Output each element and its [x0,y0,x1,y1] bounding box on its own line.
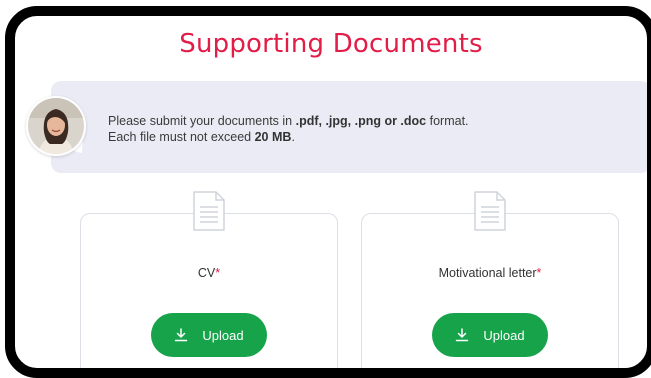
avatar [26,96,86,156]
upload-cv-button[interactable]: Upload [151,313,267,357]
upload-button-label: Upload [202,327,244,343]
required-mark: * [215,266,221,280]
document-icon [193,191,225,231]
notice-banner: Please submit your documents in .pdf, .j… [51,81,647,173]
upload-motivational-letter-button[interactable]: Upload [432,313,548,357]
card-label-motivational-letter: Motivational letter* [438,266,542,280]
window-frame: Supporting Documents Please submit your … [5,6,651,378]
notice-line-1: Please submit your documents in .pdf, .j… [108,114,469,128]
avatar-photo [28,98,84,154]
notice-text: Please submit your documents in .pdf, .j… [108,113,469,145]
download-icon [174,328,188,342]
upload-card-cv: CV* Upload [80,191,338,368]
upload-card-motivational-letter: Motivational letter* Upload [361,191,619,368]
download-icon [455,328,469,342]
document-icon [474,191,506,231]
required-mark: * [536,266,542,280]
page-title: Supporting Documents [179,29,483,59]
allowed-formats: .pdf, .jpg, .png or .doc [295,114,427,128]
max-file-size: 20 MB [254,130,292,144]
upload-button-label: Upload [483,327,525,343]
card-label-cv: CV* [197,266,221,280]
notice-line-2: Each file must not exceed 20 MB. [108,130,295,144]
